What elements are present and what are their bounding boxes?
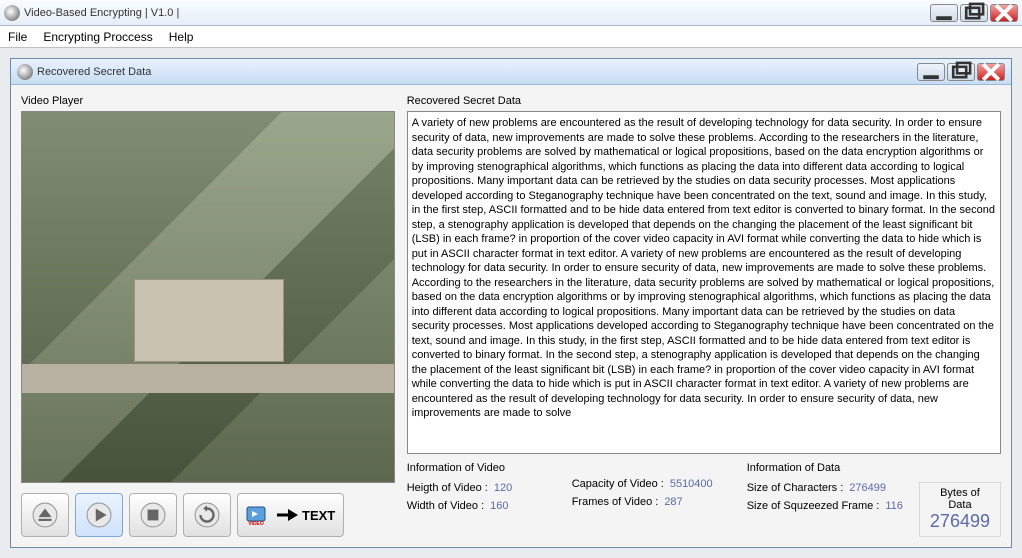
menu-bar: File Encrypting Proccess Help [0, 26, 1022, 48]
recovered-text-box[interactable]: A variety of new problems are encountere… [407, 111, 1001, 454]
restore-button[interactable] [960, 4, 988, 22]
info-video-title: Information of Video [407, 462, 552, 474]
svg-text:VIDEO: VIDEO [248, 521, 264, 526]
video-frame [22, 112, 394, 482]
inner-title-bar: Recovered Secret Data [11, 59, 1011, 85]
window-controls [930, 4, 1018, 22]
player-controls: VIDEO TEXT [21, 493, 395, 537]
info-data-title: Information of Data [747, 462, 1001, 474]
squeezed-frame-value: 116 [885, 500, 903, 512]
right-column: Recovered Secret Data A variety of new p… [407, 95, 1001, 537]
inner-window-controls [917, 63, 1005, 81]
title-bar: Video-Based Encrypting | V1.0 | [0, 0, 1022, 26]
inner-window: Recovered Secret Data Video Player [10, 58, 1012, 548]
play-icon [86, 502, 112, 528]
video-width-value: 160 [490, 500, 508, 512]
recovered-data-label: Recovered Secret Data [407, 95, 1001, 107]
squeezed-frame-label: Size of Squzeezed Frame : [747, 500, 880, 512]
restore-icon [948, 59, 974, 85]
video-width-label: Width of Video : [407, 500, 484, 512]
app-title: Video-Based Encrypting | V1.0 | [24, 7, 930, 19]
restore-icon [961, 0, 987, 26]
to-text-label: TEXT [302, 508, 335, 523]
video-player-label: Video Player [21, 95, 395, 107]
info-data-panel: Information of Data Size of Characters :… [747, 462, 1001, 537]
inner-window-title: Recovered Secret Data [37, 66, 917, 78]
minimize-icon [918, 59, 944, 85]
size-chars-value: 276499 [849, 482, 886, 494]
eject-button[interactable] [21, 493, 69, 537]
video-frames-value: 287 [664, 496, 682, 508]
menu-encrypting-process[interactable]: Encrypting Proccess [43, 30, 152, 44]
bytes-of-data-label: Bytes of Data [930, 487, 990, 511]
eject-icon [32, 502, 58, 528]
inner-body: Video Player [11, 85, 1011, 547]
info-video-panel: Information of Video Heigth of Video : 1… [407, 462, 552, 537]
info-video-panel-2: Capacity of Video : 5510400 Frames of Vi… [572, 462, 727, 537]
video-capacity-value: 5510400 [670, 478, 713, 490]
stop-icon [140, 502, 166, 528]
app-icon [4, 5, 20, 21]
inner-window-icon [17, 64, 33, 80]
play-button[interactable] [75, 493, 123, 537]
close-button[interactable] [990, 4, 1018, 22]
size-chars-label: Size of Characters : [747, 482, 844, 494]
video-player[interactable] [21, 111, 395, 483]
minimize-button[interactable] [930, 4, 958, 22]
left-column: Video Player [21, 95, 395, 537]
replay-button[interactable] [183, 493, 231, 537]
inner-close-button[interactable] [977, 63, 1005, 81]
video-height-value: 120 [494, 482, 512, 494]
replay-icon [194, 502, 220, 528]
video-icon: VIDEO [246, 504, 272, 526]
inner-minimize-button[interactable] [917, 63, 945, 81]
stop-button[interactable] [129, 493, 177, 537]
arrow-right-icon [276, 508, 298, 522]
info-row: Information of Video Heigth of Video : 1… [407, 462, 1001, 537]
app-window: Video-Based Encrypting | V1.0 | File Enc… [0, 0, 1022, 558]
close-icon [978, 59, 1004, 85]
bytes-of-data-box: Bytes of Data 276499 [919, 482, 1001, 537]
client-area: Recovered Secret Data Video Player [0, 48, 1022, 558]
to-text-button[interactable]: VIDEO TEXT [237, 493, 344, 537]
bytes-of-data-value: 276499 [930, 511, 990, 532]
video-frames-label: Frames of Video : [572, 496, 659, 508]
recovered-text-content[interactable]: A variety of new problems are encountere… [410, 114, 998, 451]
video-capacity-label: Capacity of Video : [572, 478, 664, 490]
menu-file[interactable]: File [8, 30, 27, 44]
inner-restore-button[interactable] [947, 63, 975, 81]
menu-help[interactable]: Help [169, 30, 194, 44]
close-icon [991, 0, 1017, 26]
video-height-label: Heigth of Video : [407, 482, 488, 494]
minimize-icon [931, 0, 957, 26]
